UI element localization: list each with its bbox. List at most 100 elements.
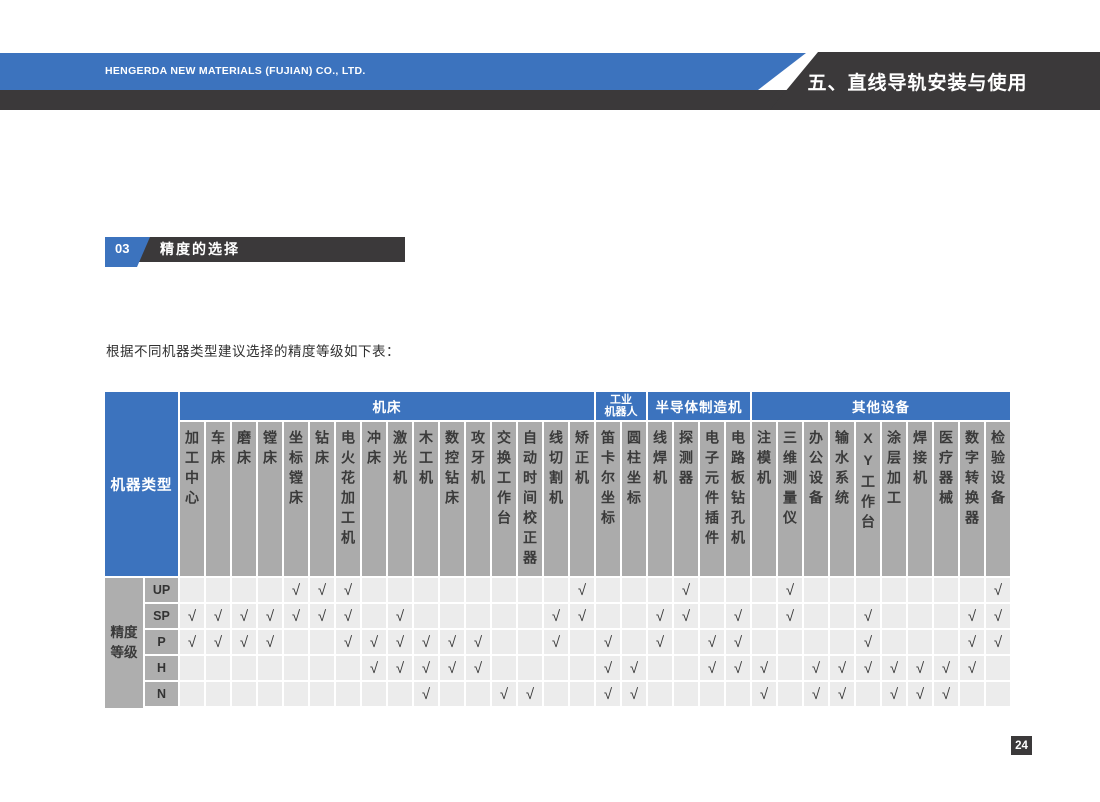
check-cell: √ <box>492 682 516 706</box>
data-rows: UP√√√√√√√SP√√√√√√√√√√√√√√√√√P√√√√√√√√√√√… <box>145 578 1012 708</box>
check-cell <box>908 578 932 602</box>
column-header: 输水系统 <box>830 422 854 576</box>
check-cell <box>674 682 698 706</box>
group-header: 其他设备 <box>752 392 1010 420</box>
check-cell: √ <box>440 656 464 680</box>
check-cell: √ <box>570 604 594 628</box>
check-cell: √ <box>362 656 386 680</box>
document-page: { "header": { "company": "HENGERDA NEW M… <box>0 0 1100 802</box>
column-header: 数字转换器 <box>960 422 984 576</box>
check-cell <box>362 578 386 602</box>
check-cell: √ <box>622 682 646 706</box>
check-cell <box>258 682 282 706</box>
check-cell <box>804 578 828 602</box>
check-cell <box>752 630 776 654</box>
check-cell: √ <box>726 656 750 680</box>
check-cell <box>492 630 516 654</box>
column-header: 电路板钻孔机 <box>726 422 750 576</box>
column-header: 数控钻床 <box>440 422 464 576</box>
check-cell: √ <box>388 604 412 628</box>
check-cell <box>336 656 360 680</box>
check-cell: √ <box>908 656 932 680</box>
check-cell <box>830 604 854 628</box>
check-cell: √ <box>336 578 360 602</box>
check-cell <box>960 682 984 706</box>
check-cell <box>726 578 750 602</box>
row-label: P <box>145 630 178 654</box>
group-header: 机床 <box>180 392 594 420</box>
check-cell: √ <box>752 656 776 680</box>
check-cell <box>648 682 672 706</box>
check-cell <box>856 578 880 602</box>
check-cell: √ <box>414 656 438 680</box>
column-header: 坐标镗床 <box>284 422 308 576</box>
check-cell <box>180 656 204 680</box>
check-cell <box>986 656 1010 680</box>
check-cell: √ <box>752 682 776 706</box>
column-header: 三维测量仪 <box>778 422 802 576</box>
group-header: 半导体制造机 <box>648 392 750 420</box>
check-cell <box>388 578 412 602</box>
table-row: N√√√√√√√√√√√ <box>145 682 1012 706</box>
group-header: 工业机器人 <box>596 392 646 420</box>
check-cell <box>622 604 646 628</box>
check-cell <box>518 630 542 654</box>
check-cell <box>908 604 932 628</box>
check-cell <box>908 630 932 654</box>
column-header: 检验设备 <box>986 422 1010 576</box>
check-cell <box>596 578 620 602</box>
intro-text: 根据不同机器类型建议选择的精度等级如下表： <box>106 340 400 360</box>
check-cell <box>414 578 438 602</box>
check-cell: √ <box>700 630 724 654</box>
check-cell: √ <box>336 630 360 654</box>
check-cell <box>544 656 568 680</box>
check-cell <box>466 578 490 602</box>
column-header: 探测器 <box>674 422 698 576</box>
chapter-title-block: 五、直线导轨安装与使用 <box>770 52 1100 110</box>
check-cell: √ <box>726 604 750 628</box>
check-cell <box>180 682 204 706</box>
check-cell: √ <box>388 630 412 654</box>
check-cell <box>700 604 724 628</box>
check-cell: √ <box>622 656 646 680</box>
check-cell: √ <box>258 630 282 654</box>
section-number: 03 <box>105 237 150 267</box>
check-cell <box>700 682 724 706</box>
check-cell: √ <box>986 630 1010 654</box>
check-cell <box>830 630 854 654</box>
column-header: 磨床 <box>232 422 256 576</box>
check-cell <box>362 604 386 628</box>
check-cell <box>778 630 802 654</box>
table-row: P√√√√√√√√√√√√√√√√√√ <box>145 630 1012 654</box>
check-cell: √ <box>544 604 568 628</box>
check-cell <box>986 682 1010 706</box>
check-cell: √ <box>570 578 594 602</box>
check-cell <box>778 656 802 680</box>
check-cell: √ <box>856 630 880 654</box>
table-header: 机器类型 机床工业机器人半导体制造机其他设备 加工中心车床磨床镗床坐标镗床钻床电… <box>105 392 1012 576</box>
check-cell <box>752 578 776 602</box>
check-cell: √ <box>466 630 490 654</box>
column-header: 交换工作台 <box>492 422 516 576</box>
section-title: 精度的选择 <box>160 237 240 262</box>
check-cell: √ <box>960 604 984 628</box>
check-cell <box>440 604 464 628</box>
check-cell <box>284 630 308 654</box>
check-cell: √ <box>284 578 308 602</box>
column-header: 医疗器械 <box>934 422 958 576</box>
group-row: 机床工业机器人半导体制造机其他设备 <box>180 392 1012 420</box>
check-cell: √ <box>804 682 828 706</box>
check-cell: √ <box>934 656 958 680</box>
check-cell: √ <box>986 578 1010 602</box>
check-cell: √ <box>388 656 412 680</box>
check-cell: √ <box>544 630 568 654</box>
check-cell <box>284 656 308 680</box>
check-cell: √ <box>882 656 906 680</box>
check-cell <box>804 630 828 654</box>
check-cell <box>518 578 542 602</box>
check-cell <box>466 604 490 628</box>
check-cell <box>544 578 568 602</box>
check-cell: √ <box>908 682 932 706</box>
check-cell: √ <box>648 630 672 654</box>
check-cell: √ <box>856 656 880 680</box>
